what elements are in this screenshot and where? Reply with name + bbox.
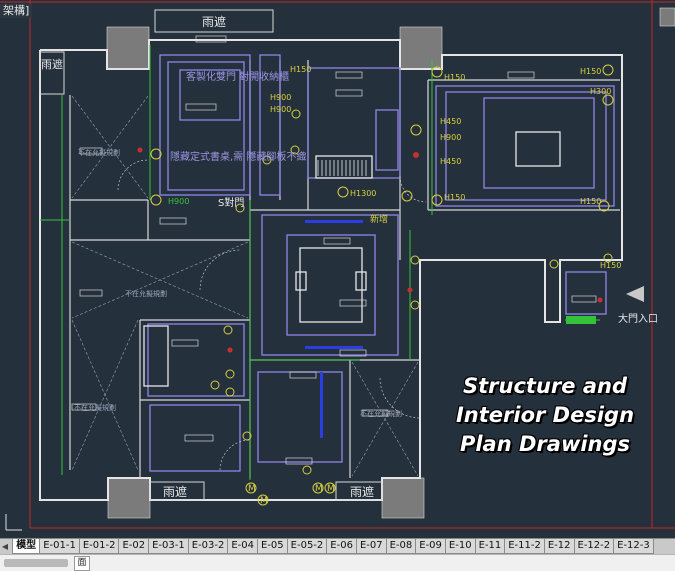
radiator-hatch — [317, 160, 367, 176]
window-title-fragment: 架構] — [0, 4, 33, 18]
entrance-arrow-icon — [626, 286, 644, 302]
status-input-field[interactable]: 面 — [74, 556, 90, 571]
tab-e-07[interactable]: E-07 — [355, 539, 387, 554]
svg-text:M: M — [248, 484, 256, 494]
svg-text:H150: H150 — [444, 73, 465, 82]
top-canopy: 雨遮 — [154, 9, 274, 33]
title-overlay: Structure and Interior Design Plan Drawi… — [440, 372, 650, 459]
svg-text:H450: H450 — [440, 117, 461, 126]
svg-text:不在允擬規劃: 不在允擬規劃 — [74, 403, 116, 412]
left-canopy: 雨遮 — [39, 51, 65, 95]
drawing-canvas[interactable]: 雨遮 雨遮 雨遮 雨遮 客製化雙門 對開收納櫃 隱藏定式書桌,需 隱藏腳板不織 … — [0, 0, 675, 538]
tab-e-05-2[interactable]: E-05-2 — [286, 539, 328, 554]
tab-scroll-left-icon[interactable]: ◀ — [0, 539, 10, 554]
svg-text:不在允擬規劃: 不在允擬規劃 — [125, 289, 167, 298]
svg-text:H900: H900 — [168, 197, 189, 206]
tab-e-09[interactable]: E-09 — [415, 539, 446, 554]
tab-model[interactable]: 模型 — [12, 539, 41, 554]
living-room-furniture — [261, 214, 399, 356]
overlay-line-1: Structure and — [463, 374, 627, 398]
master-bedroom-furniture — [435, 85, 615, 207]
svg-text:H900: H900 — [270, 105, 291, 114]
svg-text:H450: H450 — [440, 157, 461, 166]
door-swings — [117, 159, 427, 471]
svg-text:不在允擬規劃: 不在允擬規劃 — [360, 409, 402, 418]
tab-e-12-3[interactable]: E-12-3 — [613, 539, 654, 554]
top-canopy-label: 雨遮 — [202, 14, 226, 29]
layout-tab-bar: ◀ 模型 E-01-1 E-01-2 E-02 E-03-1 E-03-2 E-04 E-05… — [0, 538, 675, 554]
svg-text:雨遮: 雨遮 — [41, 57, 63, 71]
svg-text:H150: H150 — [580, 197, 601, 206]
tab-e-01-2[interactable]: E-01-2 — [78, 539, 120, 554]
tab-e-08[interactable]: E-08 — [385, 539, 417, 554]
tab-e-01-1[interactable]: E-01-1 — [39, 539, 80, 554]
overlay-line-2: Interior Design — [455, 403, 635, 427]
svg-text:H150: H150 — [580, 67, 601, 76]
svg-text:不在允擬規劃: 不在允擬規劃 — [78, 148, 120, 157]
status-bar: 面 — [0, 554, 675, 571]
tab-e-11-2[interactable]: E-11-2 — [504, 539, 545, 554]
m-symbols: M M M M — [245, 482, 336, 506]
ref-note-2: 隱藏定式書桌,需 隱藏腳板不織 — [170, 150, 306, 163]
status-text-blurred — [4, 559, 68, 567]
ref-note-1: 客製化雙門 對開收納櫃 — [186, 70, 289, 83]
entrance-mat — [566, 316, 596, 324]
tab-e-04[interactable]: E-04 — [227, 539, 258, 554]
svg-text:雨遮: 雨遮 — [163, 484, 187, 499]
svg-text:H150: H150 — [444, 193, 465, 202]
tab-e-06[interactable]: E-06 — [326, 539, 357, 554]
s-door-label: S對門 — [218, 196, 244, 209]
svg-text:H150: H150 — [290, 65, 311, 74]
svg-text:雨遮: 雨遮 — [350, 484, 374, 499]
svg-text:H900: H900 — [440, 133, 461, 142]
bottom-canopy-right: 雨遮 — [335, 481, 383, 501]
layout-tabs: 模型 E-01-1 E-01-2 E-02 E-03-1 E-03-2 E-04 E-05 E-… — [12, 539, 654, 554]
entrance-label: 大門入口 — [618, 312, 658, 325]
svg-text:H900: H900 — [270, 93, 291, 102]
blue-lines — [305, 220, 363, 438]
svg-text:M: M — [260, 496, 268, 506]
svg-text:H150: H150 — [600, 261, 621, 270]
tab-e-12[interactable]: E-12 — [543, 539, 575, 554]
overlay-line-3: Plan Drawings — [459, 432, 631, 456]
new-label: 新增 — [370, 213, 388, 225]
tab-e-02[interactable]: E-02 — [118, 539, 150, 554]
svg-text:H300: H300 — [590, 87, 611, 96]
tab-e-11[interactable]: E-11 — [474, 539, 506, 554]
svg-text:H1300: H1300 — [350, 189, 376, 198]
drawing-text: 客製化雙門 對開收納櫃 隱藏定式書桌,需 隱藏腳板不織 S對門 新增 大門入口 … — [74, 65, 658, 418]
svg-text:M: M — [315, 484, 323, 494]
tab-e-12-2[interactable]: E-12-2 — [573, 539, 615, 554]
ucs-axis-icon — [5, 514, 22, 531]
bottom-canopy-left: 雨遮 — [149, 481, 205, 501]
tab-e-05[interactable]: E-05 — [257, 539, 288, 554]
tab-e-10[interactable]: E-10 — [444, 539, 476, 554]
svg-text:M: M — [327, 484, 335, 494]
tab-e-03-1[interactable]: E-03-1 — [148, 539, 189, 554]
tab-e-03-2[interactable]: E-03-2 — [187, 539, 229, 554]
